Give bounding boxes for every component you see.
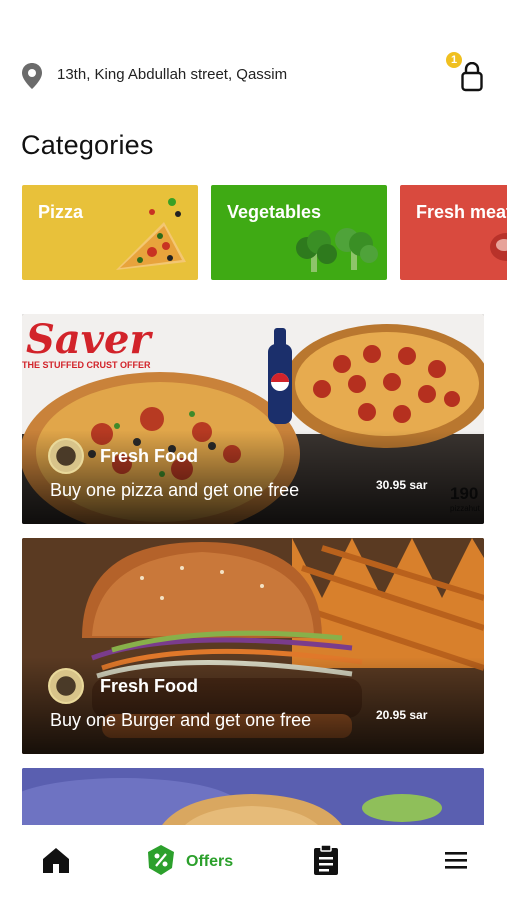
vendor-logo: [48, 668, 84, 704]
saver-banner-subtitle: THE STUFFED CRUST OFFER: [22, 360, 151, 370]
saver-banner-title: Saver: [26, 316, 151, 363]
nav-offers[interactable]: Offers: [146, 844, 246, 880]
menu-icon: [445, 852, 467, 869]
category-vegetables[interactable]: Vegetables: [211, 185, 387, 280]
category-fresh-meat[interactable]: Fresh meat: [400, 185, 507, 280]
offer-card[interactable]: Saver THE STUFFED CRUST OFFER 190 pizzah…: [22, 314, 484, 524]
home-icon: [43, 848, 69, 873]
vendor-logo: [48, 438, 84, 474]
meat-icon: [490, 233, 507, 261]
cart-count-badge: 1: [446, 52, 462, 68]
nav-orders[interactable]: [312, 844, 340, 880]
vendor-name[interactable]: Fresh Food: [100, 676, 198, 697]
categories-carousel[interactable]: Pizza Vegetables Fresh meat: [0, 184, 507, 282]
nav-home[interactable]: [40, 844, 72, 880]
category-label: Pizza: [38, 202, 84, 222]
nav-menu[interactable]: [444, 844, 468, 880]
cart-button[interactable]: 1: [446, 52, 490, 96]
categories-title: Categories: [21, 130, 154, 160]
broccoli-icon: [296, 228, 378, 272]
pizza-slice-icon: [116, 198, 186, 270]
header: 13th, King Abdullah street, Qassim 1: [0, 48, 507, 104]
nav-offers-label: Offers: [186, 853, 234, 870]
offer-price: 20.95 sar: [376, 708, 428, 722]
offer-description: Buy one Burger and get one free: [50, 710, 312, 730]
offer-card[interactable]: [22, 768, 484, 825]
category-label: Vegetables: [227, 202, 322, 222]
map-pin-icon[interactable]: [20, 62, 44, 90]
vendor-name[interactable]: Fresh Food: [100, 446, 198, 467]
offer-card[interactable]: Fresh Food Buy one Burger and get one fr…: [22, 538, 484, 754]
offers-feed[interactable]: Saver THE STUFFED CRUST OFFER 190 pizzah…: [0, 300, 507, 825]
offer-description: Buy one pizza and get one free: [50, 480, 300, 500]
orders-clipboard-icon: [314, 844, 338, 875]
offers-tag-icon: [148, 845, 174, 875]
card-shade: [22, 656, 484, 754]
offer-price: 30.95 sar: [376, 478, 428, 492]
category-label: Fresh meat: [416, 202, 507, 222]
bottom-navigation: Offers: [0, 826, 507, 900]
card-shade: [22, 429, 484, 524]
delivery-address[interactable]: 13th, King Abdullah street, Qassim: [57, 66, 287, 83]
offer-image: [22, 768, 484, 825]
shopping-bag-icon: [461, 62, 483, 92]
category-pizza[interactable]: Pizza: [22, 185, 198, 280]
